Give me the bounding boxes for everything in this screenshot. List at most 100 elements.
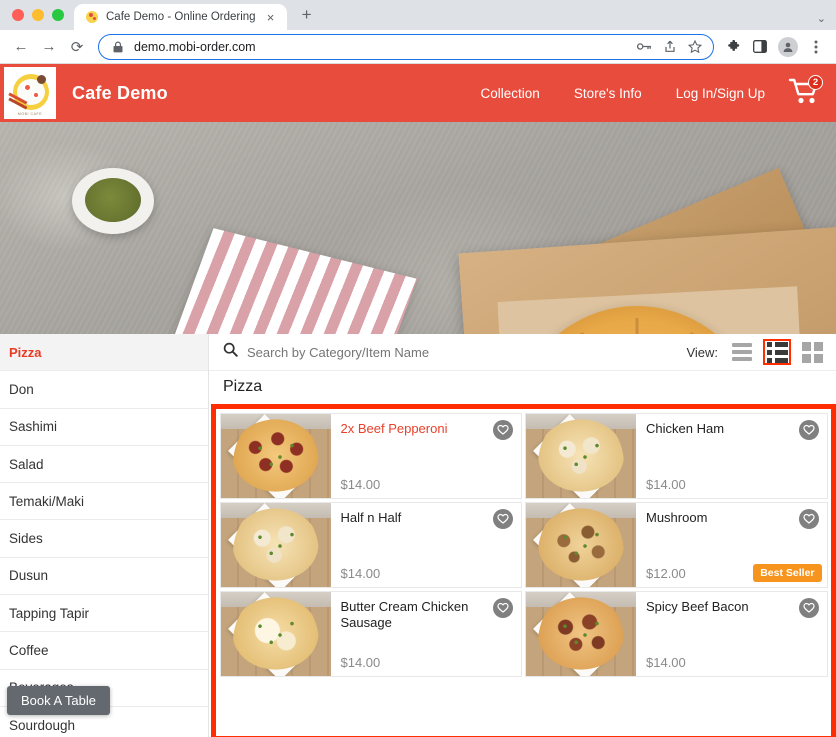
product-price: $14.00 [646,654,686,670]
product-name: 2x Beef Pepperoni [340,420,448,436]
list-view-button[interactable] [728,339,756,365]
key-icon[interactable] [636,38,653,55]
product-grid-highlight: 2x Beef Pepperoni $14.00 Chicken Ham $14… [211,404,836,737]
site-header: MOBI CAFE Cafe Demo Collection Store's I… [0,64,836,122]
product-card[interactable]: Mushroom $12.00 Best Seller [525,501,828,588]
sidebar-item-label: Temaki/Maki [9,493,85,509]
sidebar-item-label: Don [9,381,34,397]
sidebar-item-sides[interactable]: Sides [0,520,208,558]
product-card[interactable]: Half n Half $14.00 [219,501,522,588]
close-window-button[interactable] [12,9,24,21]
sidebar-item-label: Sashimi [9,419,58,435]
browser-toolbar: ← → ⟳ demo.mobi-order.com [0,30,836,64]
product-price: $14.00 [340,476,381,492]
hero-banner [0,122,836,334]
side-panel-icon[interactable] [748,35,772,59]
sidebar-item-pizza[interactable]: Pizza [0,334,208,372]
sidebar-item-temaki-maki[interactable]: Temaki/Maki [0,483,208,521]
heart-icon[interactable] [798,508,819,529]
bookmark-star-icon[interactable] [686,38,703,55]
close-tab-icon[interactable]: × [263,9,279,25]
product-price: $14.00 [340,565,381,581]
page-content: Pizza Don Sashimi Salad Temaki/Maki Side… [0,334,836,737]
sidebar-item-label: Coffee [9,643,49,659]
heart-icon[interactable] [798,419,819,440]
book-a-table-button[interactable]: Book A Table [7,686,110,715]
extensions-puzzle-icon[interactable] [722,35,746,59]
catalog-panel: View: [209,334,836,737]
product-price: $14.00 [340,654,381,670]
address-bar[interactable]: demo.mobi-order.com [98,33,714,60]
minimize-window-button[interactable] [32,9,44,21]
sidebar-item-tapping-tapir[interactable]: Tapping Tapir [0,595,208,633]
brand-name: Cafe Demo [72,82,168,103]
product-name: Chicken Ham [646,420,725,436]
product-grid: 2x Beef Pepperoni $14.00 Chicken Ham $14… [216,409,831,680]
view-label: View: [686,344,718,360]
sidebar-item-salad[interactable]: Salad [0,446,208,484]
sidebar-item-label: Tapping Tapir [9,605,90,621]
profile-avatar[interactable] [778,36,798,57]
url-text: demo.mobi-order.com [134,39,256,54]
sidebar-item-label: Sides [9,531,43,547]
product-card[interactable]: Butter Cream Chicken Sausage $14.00 [219,590,522,677]
heart-icon[interactable] [798,597,819,618]
sidebar-item-coffee[interactable]: Coffee [0,632,208,670]
category-sidebar: Pizza Don Sashimi Salad Temaki/Maki Side… [0,334,209,737]
maximize-window-button[interactable] [52,9,64,21]
chrome-menu-icon[interactable] [804,35,828,59]
sidebar-item-don[interactable]: Don [0,371,208,409]
category-title: Pizza [209,371,836,403]
lock-icon [109,38,126,55]
sidebar-item-label: Sourdough [9,717,76,733]
product-name: Mushroom [646,509,708,525]
product-name: Spicy Beef Bacon [646,598,749,614]
heart-icon[interactable] [493,508,513,529]
share-icon[interactable] [661,38,678,55]
product-image [220,413,331,498]
sidebar-item-label: Salad [9,456,44,472]
heart-icon[interactable] [493,597,513,618]
best-seller-badge: Best Seller [753,563,822,582]
product-image [526,591,636,676]
view-toggle-group [728,339,826,365]
product-image [526,413,636,498]
nav-stores-info[interactable]: Store's Info [557,86,659,101]
nav-collection[interactable]: Collection [464,86,557,101]
reload-button[interactable]: ⟳ [64,34,90,60]
tab-title: Cafe Demo - Online Ordering [106,11,256,23]
site-logo[interactable]: MOBI CAFE [2,65,58,121]
detail-list-view-button[interactable] [763,339,791,365]
header-nav: Collection Store's Info Log In/Sign Up 2 [464,75,836,110]
herb-bowl-decor [72,168,154,234]
product-name: Half n Half [340,509,402,525]
search-icon [223,342,241,362]
product-card[interactable]: Spicy Beef Bacon $14.00 [525,590,828,677]
product-card[interactable]: Chicken Ham $14.00 [525,412,828,499]
product-image [220,502,331,587]
cart-button[interactable]: 2 [788,75,823,110]
product-image [220,591,331,676]
sidebar-item-dusun[interactable]: Dusun [0,558,208,596]
grid-view-button[interactable] [798,339,826,365]
sidebar-item-sashimi[interactable]: Sashimi [0,409,208,446]
sidebar-item-label: Pizza [9,344,42,360]
heart-icon[interactable] [493,419,513,440]
window-traffic-lights [0,9,74,30]
browser-tab-strip: Cafe Demo - Online Ordering × + ⌄ [0,0,836,30]
product-price: $12.00 [646,565,686,581]
browser-window: Cafe Demo - Online Ordering × + ⌄ ← → ⟳ … [0,0,836,737]
nav-login-signup[interactable]: Log In/Sign Up [659,86,782,101]
product-image [526,502,636,587]
chevron-down-icon[interactable]: ⌄ [817,12,826,25]
new-tab-button[interactable]: + [293,1,321,29]
forward-button[interactable]: → [36,34,62,60]
cart-badge: 2 [808,75,823,90]
browser-tab[interactable]: Cafe Demo - Online Ordering × [74,4,287,30]
search-toolbar: View: [209,334,836,371]
product-card[interactable]: 2x Beef Pepperoni $14.00 [219,412,522,499]
search-input[interactable] [247,344,687,360]
logo-caption: MOBI CAFE [17,112,43,116]
product-name: Butter Cream Chicken Sausage [340,598,469,630]
back-button[interactable]: ← [8,34,34,60]
